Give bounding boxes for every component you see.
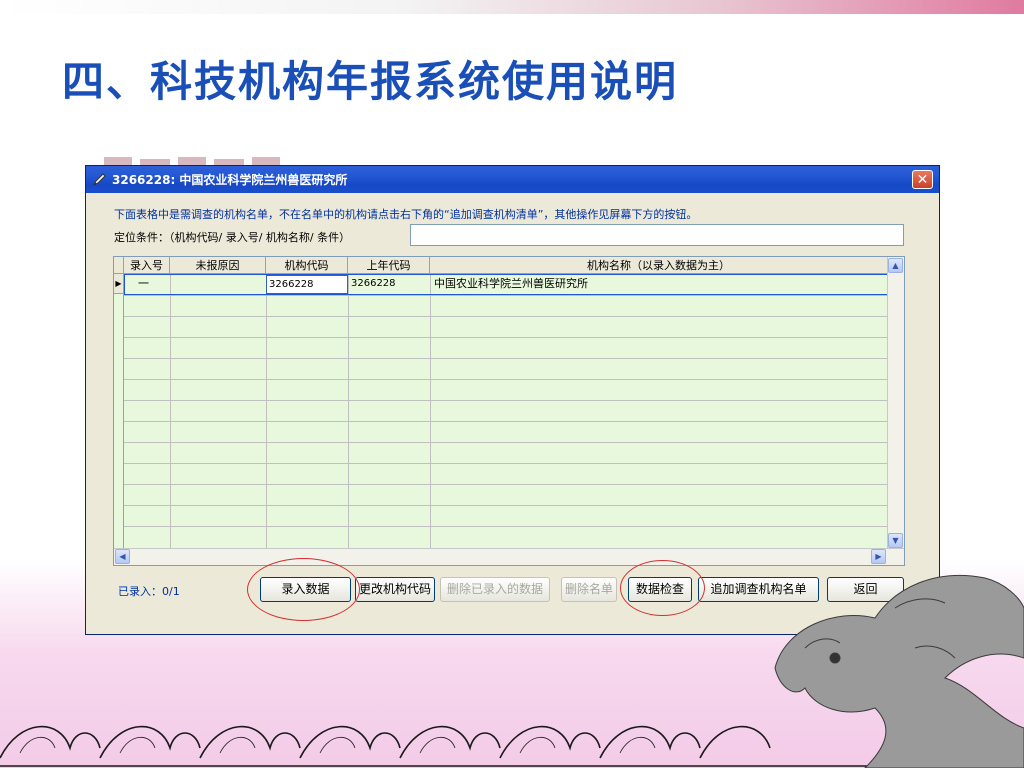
- window-title: 3266228: 中国农业科学院兰州兽医研究所: [112, 173, 348, 187]
- row-divider: [124, 337, 888, 338]
- filter-label: 定位条件：（机构代码/ 录入号/ 机构名称/ 条件）: [114, 231, 351, 244]
- scroll-down-icon[interactable]: ▼: [888, 533, 903, 548]
- row-divider: [124, 400, 888, 401]
- column-header-last-year-code[interactable]: 上年代码: [348, 257, 430, 274]
- row-divider: [124, 526, 888, 527]
- cell-org-code-editor[interactable]: 3266228: [266, 275, 348, 294]
- column-header-org-code[interactable]: 机构代码: [266, 257, 348, 274]
- close-button[interactable]: ✕: [912, 170, 933, 189]
- data-check-button[interactable]: 数据检查: [628, 577, 692, 602]
- row-divider: [124, 295, 888, 296]
- row-indicator-column: [114, 294, 124, 549]
- row-divider: [124, 442, 888, 443]
- delete-entered-data-button[interactable]: 删除已录入的数据: [440, 577, 550, 602]
- column-header-org-name[interactable]: 机构名称（以录入数据为主）: [430, 257, 888, 274]
- scroll-up-icon[interactable]: ▲: [888, 258, 903, 273]
- cell-last-year-code[interactable]: 3266228: [351, 275, 396, 293]
- row-divider: [124, 463, 888, 464]
- scroll-left-icon[interactable]: ◀: [115, 549, 130, 564]
- slide-title: 四、科技机构年报系统使用说明: [62, 57, 679, 106]
- row-divider: [124, 358, 888, 359]
- dragon-decoration: [774, 574, 1024, 768]
- instruction-text: 下面表格中是需调查的机构名单，不在名单中的机构请点击右下角的“追加调查机构清单”…: [114, 208, 698, 221]
- column-header-reason[interactable]: 未报原因: [170, 257, 266, 274]
- top-accent-bar: [0, 0, 1024, 14]
- table-corner: [114, 257, 124, 274]
- change-org-code-button[interactable]: 更改机构代码: [355, 577, 435, 602]
- row-indicator-icon: ▶: [114, 274, 124, 294]
- institution-table: 录入号 未报原因 机构代码 上年代码 机构名称（以录入数据为主） ▶ 一 326…: [113, 256, 905, 566]
- entry-status: 已录入：0/1: [118, 585, 180, 598]
- vertical-scrollbar[interactable]: ▲ ▼: [887, 257, 904, 549]
- close-icon: ✕: [916, 172, 929, 188]
- filter-input[interactable]: [410, 224, 904, 246]
- row-divider: [124, 484, 888, 485]
- cell-entry-no[interactable]: 一: [138, 275, 149, 293]
- enter-data-button[interactable]: 录入数据: [260, 577, 351, 602]
- cell-org-name[interactable]: 中国农业科学院兰州兽医研究所: [434, 275, 588, 293]
- column-header-entry-no[interactable]: 录入号: [124, 257, 170, 274]
- row-divider: [124, 421, 888, 422]
- row-divider: [124, 505, 888, 506]
- pen-icon: [92, 171, 108, 187]
- row-divider: [124, 316, 888, 317]
- delete-list-button[interactable]: 删除名单: [561, 577, 617, 602]
- row-divider: [124, 379, 888, 380]
- window-titlebar[interactable]: 3266228: 中国农业科学院兰州兽医研究所 ✕: [86, 166, 939, 193]
